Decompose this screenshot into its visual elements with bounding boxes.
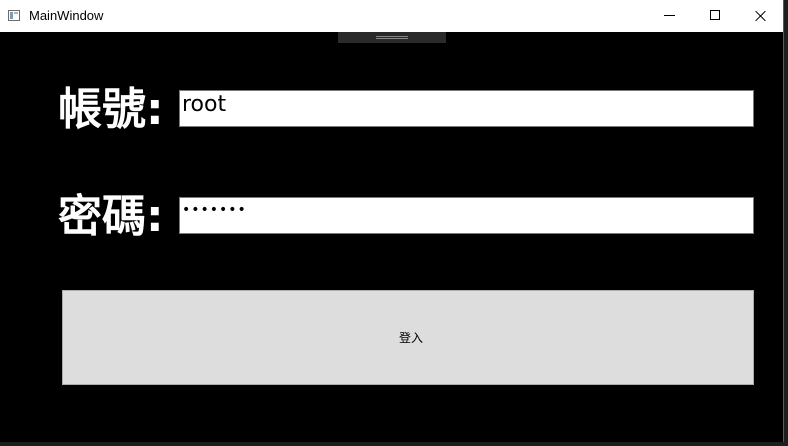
- background-strip-right: [784, 0, 788, 446]
- close-icon: [755, 10, 767, 22]
- minimize-button[interactable]: [646, 0, 692, 32]
- password-input[interactable]: [179, 197, 754, 234]
- app-window-icon: [8, 10, 20, 21]
- login-button-label: 登入: [398, 331, 423, 345]
- maximize-button[interactable]: [692, 0, 738, 32]
- login-button[interactable]: 登入: [62, 290, 754, 385]
- username-input[interactable]: [179, 90, 754, 127]
- password-label: 密碼:: [58, 191, 164, 242]
- window-title: MainWindow: [29, 8, 104, 23]
- maximize-icon: [710, 10, 720, 20]
- minimize-icon: [664, 15, 675, 16]
- username-label: 帳號:: [58, 84, 164, 135]
- main-window: MainWindow 帳號: 密碼: 登入: [0, 0, 784, 446]
- background-strip-bottom: [0, 442, 788, 446]
- close-button[interactable]: [738, 0, 784, 32]
- title-bar[interactable]: MainWindow: [0, 0, 783, 32]
- drag-handle[interactable]: [338, 32, 446, 43]
